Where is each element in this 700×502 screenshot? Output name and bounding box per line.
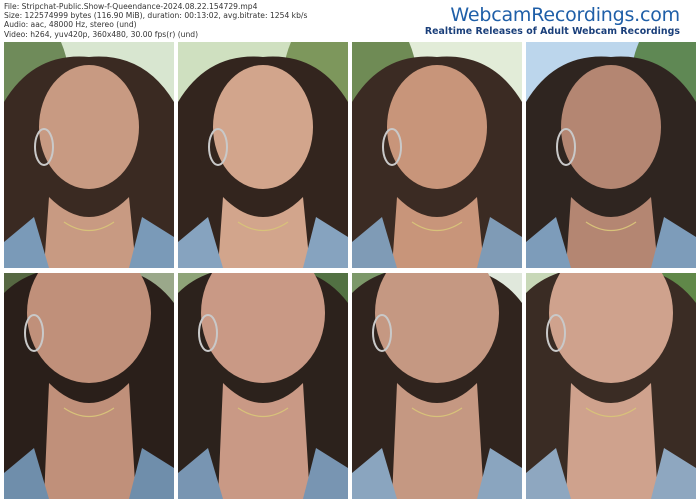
video-frame-thumbnail <box>526 273 696 499</box>
video-frame-thumbnail <box>178 42 348 268</box>
video-frame-thumbnail <box>178 273 348 499</box>
file-size-line: Size: 122574999 bytes (116.90 MiB), dura… <box>4 11 308 21</box>
video-frame-thumbnail <box>352 42 522 268</box>
thumbnail-grid <box>4 42 698 500</box>
site-tagline: Realtime Releases of Adult Webcam Record… <box>424 26 680 37</box>
file-info-block: File: Stripchat-Public.Show-f-Queendance… <box>4 2 307 39</box>
video-frame-thumbnail <box>526 42 696 268</box>
video-frame-thumbnail <box>352 273 522 499</box>
video-info-line: Video: h264, yuv420p, 360x480, 30.00 fps… <box>4 29 199 39</box>
file-name-line: File: Stripchat-Public.Show-f-Queendance… <box>4 2 258 11</box>
site-branding: WebcamRecordings.com Realtime Releases o… <box>425 4 680 38</box>
video-frame-thumbnail <box>4 42 174 268</box>
audio-info-line: Audio: aac, 48000 Hz, stereo (und) <box>4 20 137 30</box>
site-logo-text: WebcamRecordings.com <box>450 4 680 26</box>
video-frame-thumbnail <box>4 273 174 499</box>
